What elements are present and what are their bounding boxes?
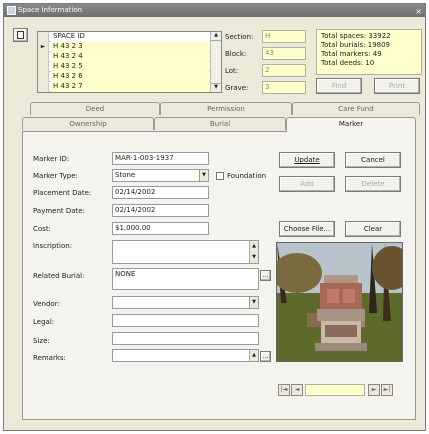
cost-field[interactable]: $1,000.00 (112, 222, 209, 235)
placement-date-field[interactable]: 02/14/2002 (112, 186, 209, 199)
payment-date-label: Payment Date: (33, 207, 85, 215)
choose-file-button[interactable]: Choose File... (279, 221, 335, 237)
prev-record-button[interactable]: ◄ (291, 384, 303, 396)
find-button[interactable]: Find (316, 78, 362, 94)
record-position-field[interactable] (305, 384, 365, 396)
total-burials: Total burials: 19809 (321, 41, 391, 49)
table-row[interactable]: H 43 2 5 (38, 62, 221, 72)
tab-deed[interactable]: Deed (30, 102, 160, 115)
inscription-field[interactable]: ▲ ▼ (112, 240, 259, 264)
remarks-field[interactable]: ▲ (112, 349, 259, 362)
lot-label: Lot: (225, 67, 239, 75)
chevron-down-icon[interactable]: ▼ (249, 297, 258, 308)
add-button[interactable]: Add (279, 176, 335, 192)
section-field[interactable]: H (262, 30, 306, 43)
related-burial-label: Related Burial: (33, 272, 85, 280)
next-record-button[interactable]: ► (368, 384, 380, 396)
space-information-window: Space Information × SPACE ID ► H 43 2 3 … (3, 3, 426, 431)
tab-marker[interactable]: Marker (286, 117, 416, 132)
print-button[interactable]: Print (374, 78, 420, 94)
table-row[interactable]: ► H 43 2 3 (38, 42, 221, 52)
vendor-label: Vendor: (33, 300, 60, 308)
foundation-label: Foundation (227, 172, 267, 180)
related-burial-browse-button[interactable]: ... (260, 270, 271, 281)
marker-photo (276, 242, 403, 362)
table-row[interactable]: H 43 2 6 (38, 72, 221, 82)
size-field[interactable] (112, 332, 259, 345)
grave-label: Grave: (225, 84, 249, 92)
clear-button[interactable]: Clear (345, 221, 401, 237)
grid-header-row: SPACE ID (38, 32, 221, 42)
marker-type-label: Marker Type: (33, 172, 78, 180)
total-markers: Total markers: 49 (321, 50, 382, 58)
chevron-down-icon[interactable]: ▼ (199, 170, 208, 181)
grid-header-space-id: SPACE ID (51, 32, 209, 42)
window-icon (7, 6, 16, 15)
inscription-label: Inscription: (33, 242, 73, 250)
first-record-button[interactable]: |◄ (278, 384, 290, 396)
space-grid[interactable]: SPACE ID ► H 43 2 3 H 43 2 4 H 43 2 5 H … (37, 31, 222, 93)
table-row[interactable]: H 43 2 4 (38, 52, 221, 62)
close-icon[interactable]: × (415, 5, 422, 18)
window-title: Space Information (18, 6, 83, 14)
stats-panel: Total spaces: 33922 Total burials: 19809… (316, 29, 422, 75)
marker-type-select[interactable]: Stone ▼ (112, 169, 209, 182)
delete-button[interactable]: Delete (345, 176, 401, 192)
grave-field[interactable]: 3 (262, 81, 306, 94)
total-spaces: Total spaces: 33922 (321, 32, 391, 40)
tab-burial[interactable]: Burial (154, 117, 286, 130)
marker-id-field[interactable]: MAR-1-003-1937 (112, 152, 209, 165)
report-button[interactable] (13, 28, 28, 42)
legal-label: Legal: (33, 318, 55, 326)
grid-scrollbar[interactable]: ▲ ▼ (210, 32, 221, 92)
related-burial-field[interactable]: NONE (112, 268, 259, 290)
last-record-button[interactable]: ►| (381, 384, 393, 396)
cancel-button[interactable]: Cancel (345, 152, 401, 168)
current-row-indicator: ► (38, 42, 49, 52)
remarks-browse-button[interactable]: ... (260, 351, 271, 362)
title-bar: Space Information × (4, 4, 425, 17)
document-icon (17, 31, 24, 39)
update-button[interactable]: Update (279, 152, 335, 168)
section-label: Section: (225, 33, 254, 41)
block-label: Block: (225, 50, 247, 58)
scroll-down-icon[interactable]: ▼ (211, 83, 221, 92)
scroll-up-icon[interactable]: ▲ (249, 350, 258, 361)
cost-label: Cost: (33, 225, 51, 233)
remarks-label: Remarks: (33, 354, 66, 362)
scroll-down-icon[interactable]: ▼ (249, 252, 258, 263)
payment-date-field[interactable]: 02/14/2002 (112, 204, 209, 217)
marker-id-label: Marker ID: (33, 155, 70, 163)
tab-ownership[interactable]: Ownership (22, 117, 154, 130)
lot-field[interactable]: 2 (262, 64, 306, 77)
total-deeds: Total deeds: 10 (321, 59, 375, 67)
size-label: Size: (33, 337, 50, 345)
legal-field[interactable] (112, 314, 259, 327)
table-row[interactable]: H 43 2 7 (38, 82, 221, 92)
block-field[interactable]: 43 (262, 47, 306, 60)
scroll-up-icon[interactable]: ▲ (211, 32, 221, 41)
tab-permission[interactable]: Permission (160, 102, 292, 115)
vendor-select[interactable]: ▼ (112, 296, 259, 309)
scroll-up-icon[interactable]: ▲ (249, 241, 258, 252)
placement-date-label: Placement Date: (33, 189, 92, 197)
foundation-checkbox[interactable] (216, 172, 224, 180)
tab-care-fund[interactable]: Care Fund (292, 102, 420, 115)
